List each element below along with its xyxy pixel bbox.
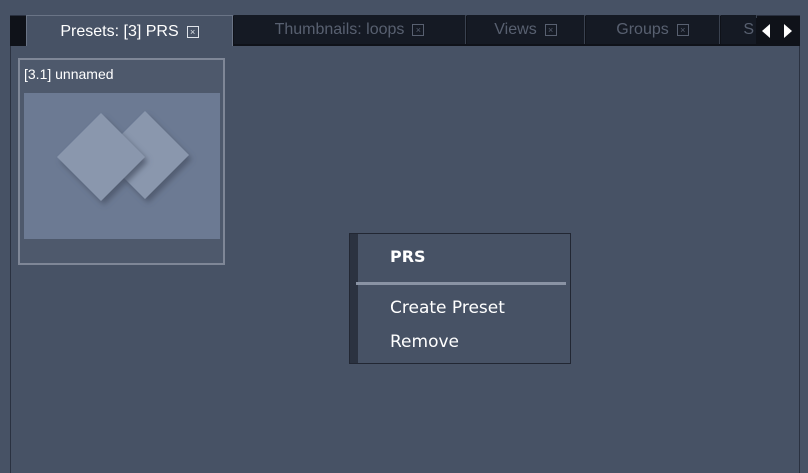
- tab-presets[interactable]: Presets: [3] PRS ×: [26, 15, 233, 48]
- arrow-left-icon: [762, 24, 770, 38]
- menu-item-create-preset[interactable]: Create Preset: [390, 298, 505, 318]
- preset-thumbnail[interactable]: [3.1] unnamed: [18, 58, 225, 265]
- tab-views-label: Views: [494, 20, 537, 38]
- tab-groups[interactable]: Groups ×: [586, 15, 720, 44]
- diamond-preset-icon: [24, 93, 220, 239]
- preset-thumbnail-image: [24, 93, 220, 239]
- tab-scroll-buttons: [756, 18, 800, 44]
- context-menu-title: PRS: [390, 247, 426, 266]
- scroll-right-button[interactable]: [778, 18, 798, 44]
- context-menu-sidebar: [350, 234, 358, 363]
- scroll-left-button[interactable]: [756, 18, 776, 44]
- arrow-right-icon: [784, 24, 792, 38]
- tab-partial-label: S: [743, 20, 754, 38]
- tab-thumbnails[interactable]: Thumbnails: loops ×: [234, 15, 466, 44]
- close-icon[interactable]: ×: [186, 26, 199, 38]
- tab-strip: Presets: [3] PRS × Thumbnails: loops × V…: [0, 0, 808, 48]
- tab-views[interactable]: Views ×: [467, 15, 585, 44]
- context-menu-separator: [356, 282, 566, 285]
- close-icon[interactable]: ×: [412, 23, 425, 36]
- preset-thumbnail-label: [3.1] unnamed: [24, 66, 114, 82]
- presets-window: Presets: [3] PRS × Thumbnails: loops × V…: [0, 0, 808, 473]
- close-icon[interactable]: ×: [544, 23, 557, 36]
- tab-thumbnails-label: Thumbnails: loops: [274, 20, 405, 38]
- tab-groups-label: Groups: [616, 20, 669, 38]
- tab-presets-label: Presets: [3] PRS: [60, 23, 179, 40]
- close-icon[interactable]: ×: [676, 23, 689, 36]
- tab-partial[interactable]: S: [721, 15, 757, 44]
- menu-item-remove[interactable]: Remove: [390, 332, 459, 352]
- context-menu: PRS Create Preset Remove: [349, 233, 571, 364]
